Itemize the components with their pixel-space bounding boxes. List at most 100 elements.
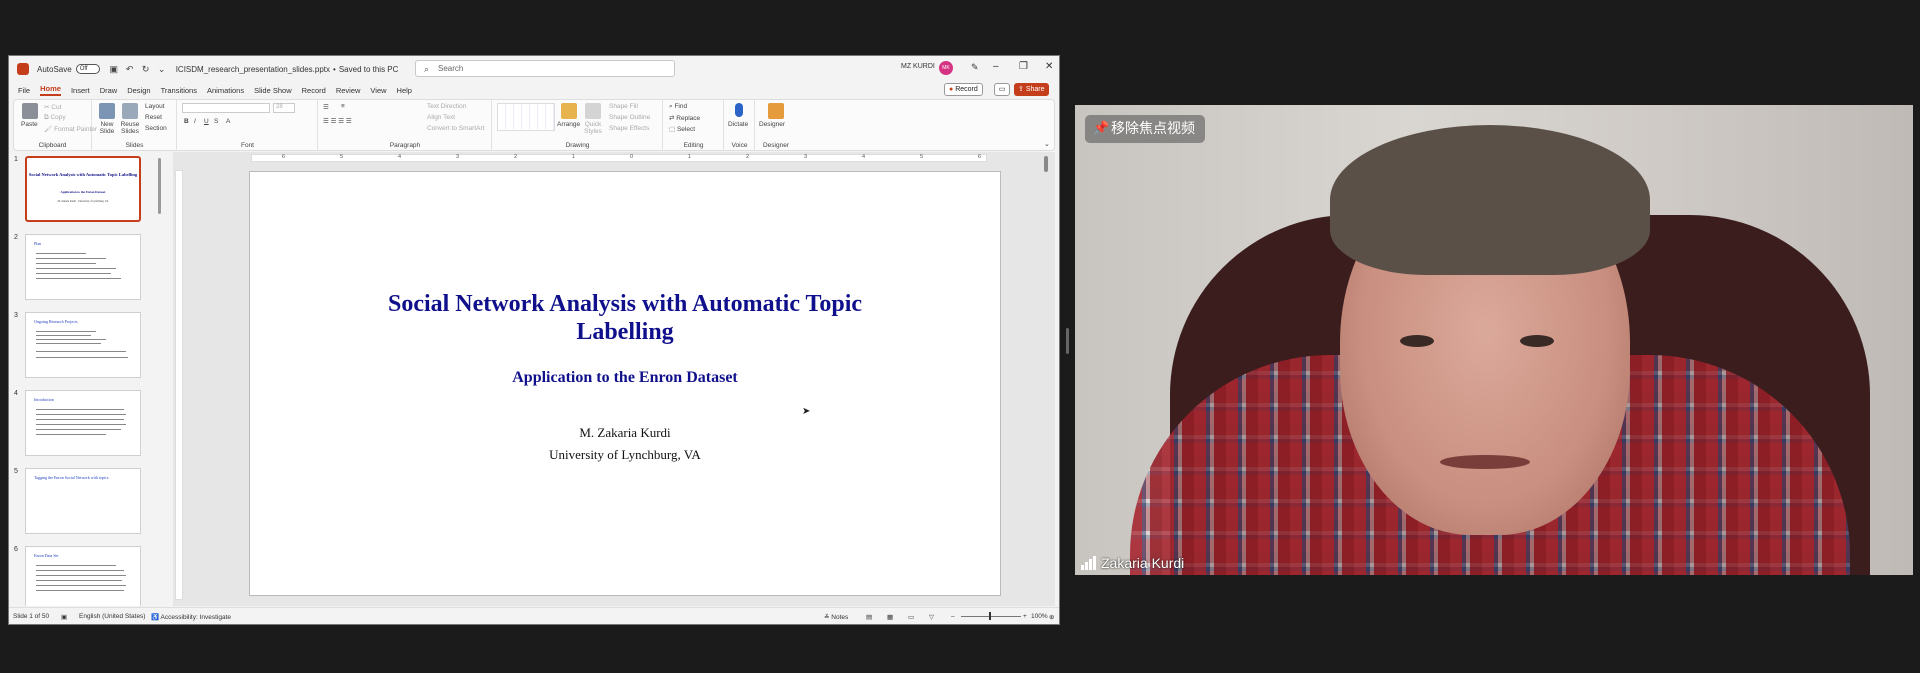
- paste-icon[interactable]: [22, 103, 38, 119]
- shapes-gallery[interactable]: [497, 103, 555, 131]
- slide-title[interactable]: Social Network Analysis with Automatic T…: [250, 290, 1000, 346]
- new-slide-icon[interactable]: [99, 103, 115, 119]
- slide-sorter-icon[interactable]: ▦: [887, 613, 893, 621]
- split-handle[interactable]: [1066, 328, 1069, 354]
- layout-button[interactable]: Layout: [145, 103, 165, 110]
- tab-slide-show[interactable]: Slide Show: [254, 86, 292, 95]
- thumbnails-scrollbar[interactable]: [157, 152, 163, 606]
- dictate-button[interactable]: Dictate: [728, 121, 748, 128]
- unpin-video-button[interactable]: 📌 移除焦点视频: [1085, 115, 1205, 143]
- spelling-icon[interactable]: ▣: [61, 613, 67, 621]
- tab-file[interactable]: File: [18, 86, 30, 95]
- maximize-icon[interactable]: ❐: [1019, 61, 1028, 72]
- normal-view-icon[interactable]: ▤: [866, 613, 872, 621]
- font-name-field[interactable]: [182, 103, 270, 113]
- slide-author[interactable]: M. Zakaria Kurdi: [250, 425, 1000, 441]
- tab-animations[interactable]: Animations: [207, 86, 244, 95]
- save-state[interactable]: Saved to this PC: [339, 65, 399, 74]
- notes-button[interactable]: ≚ Notes: [824, 613, 848, 621]
- slide-thumbnail[interactable]: Social Network Analysis with Automatic T…: [25, 156, 141, 222]
- fit-slide-icon[interactable]: ⊕: [1049, 613, 1054, 621]
- reset-button[interactable]: Reset: [145, 114, 162, 121]
- autosave-toggle[interactable]: Off: [75, 64, 100, 74]
- tab-review[interactable]: Review: [336, 86, 361, 95]
- text-direction-button[interactable]: Text Direction: [427, 103, 466, 110]
- new-slide-button[interactable]: New Slide: [96, 121, 118, 135]
- underline-button[interactable]: U: [204, 118, 209, 125]
- reading-view-icon[interactable]: ▭: [908, 613, 914, 621]
- format-painter-button[interactable]: 🖌 Format Painter: [44, 125, 97, 133]
- zoom-level[interactable]: 100%: [1031, 613, 1048, 620]
- voice-label: Voice: [731, 142, 748, 149]
- zoom-out-icon[interactable]: –: [951, 613, 955, 620]
- find-button[interactable]: ⌕ Find: [669, 103, 687, 111]
- slideshow-icon[interactable]: ▽: [929, 613, 934, 621]
- shape-fill-button[interactable]: Shape Fill: [609, 103, 638, 110]
- shape-effects-button[interactable]: Shape Effects: [609, 125, 649, 132]
- paste-button[interactable]: Paste: [21, 121, 38, 128]
- font-size-field[interactable]: 28: [273, 103, 295, 113]
- slide-subtitle[interactable]: Application to the Enron Dataset: [250, 369, 1000, 387]
- user-name[interactable]: MZ KURDI: [901, 63, 935, 70]
- section-button[interactable]: Section: [145, 125, 167, 132]
- customize-qat-icon[interactable]: ⌄: [157, 64, 167, 74]
- bullets-icon[interactable]: ☰: [323, 103, 329, 111]
- slide-thumbnail[interactable]: Introduction: [25, 390, 141, 456]
- avatar[interactable]: MK: [939, 61, 953, 75]
- zoom-slider-thumb[interactable]: [989, 612, 991, 620]
- share-button[interactable]: ⇪ Share: [1014, 83, 1049, 96]
- copy-button[interactable]: ⧉ Copy: [44, 114, 66, 122]
- pen-icon[interactable]: ✎: [971, 62, 979, 73]
- undo-icon[interactable]: ↶: [125, 64, 135, 74]
- slide-thumbnail[interactable]: Enron Data Set: [25, 546, 141, 606]
- convert-to-smartart-button[interactable]: Convert to SmartArt: [427, 125, 484, 132]
- slide-thumbnail[interactable]: Plan: [25, 234, 141, 300]
- replace-button[interactable]: ⇄ Replace: [669, 114, 700, 122]
- save-icon[interactable]: ▣: [109, 64, 119, 74]
- reuse-slides-button[interactable]: Reuse Slides: [119, 121, 141, 135]
- slide-canvas[interactable]: Social Network Analysis with Automatic T…: [249, 171, 1001, 596]
- video-tile[interactable]: 📌 移除焦点视频 Zakaria Kurdi: [1075, 105, 1913, 575]
- redo-icon[interactable]: ↻: [141, 64, 151, 74]
- search-box[interactable]: ⌕ Search: [415, 60, 675, 77]
- language-status[interactable]: English (United States): [79, 613, 145, 620]
- editor-scrollbar[interactable]: [1041, 152, 1051, 606]
- zoom-slider[interactable]: [961, 616, 1021, 617]
- tab-design[interactable]: Design: [127, 86, 150, 95]
- close-icon[interactable]: ✕: [1045, 61, 1053, 72]
- collapse-ribbon-icon[interactable]: ⌄: [1044, 140, 1050, 148]
- tab-insert[interactable]: Insert: [71, 86, 90, 95]
- quick-styles-button[interactable]: Quick Styles: [581, 121, 605, 135]
- tab-draw[interactable]: Draw: [100, 86, 118, 95]
- quick-styles-icon[interactable]: [585, 103, 601, 119]
- arrange-button[interactable]: Arrange: [557, 121, 580, 128]
- reuse-slides-icon[interactable]: [122, 103, 138, 119]
- minimize-icon[interactable]: –: [993, 61, 999, 72]
- tab-view[interactable]: View: [370, 86, 386, 95]
- arrange-icon[interactable]: [561, 103, 577, 119]
- tab-record[interactable]: Record: [302, 86, 326, 95]
- slide-thumbnail[interactable]: Ongoing Research Projects: [25, 312, 141, 378]
- accessibility-status[interactable]: ♿ Accessibility: Investigate: [151, 613, 231, 621]
- select-button[interactable]: ⬚ Select: [669, 125, 695, 133]
- slide-thumbnail[interactable]: Tagging the Enron Social Network with to…: [25, 468, 141, 534]
- tab-transitions[interactable]: Transitions: [161, 86, 197, 95]
- microphone-icon[interactable]: [735, 103, 743, 117]
- cut-button[interactable]: ✂ Cut: [44, 103, 61, 111]
- shape-outline-button[interactable]: Shape Outline: [609, 114, 650, 121]
- shadow-button[interactable]: S: [214, 118, 218, 125]
- italic-button[interactable]: I: [194, 118, 196, 125]
- align-text-button[interactable]: Align Text: [427, 114, 455, 121]
- bold-button[interactable]: B: [184, 118, 189, 125]
- slide-affiliation[interactable]: University of Lynchburg, VA: [250, 447, 1000, 463]
- designer-button[interactable]: Designer: [759, 121, 785, 128]
- record-button[interactable]: ● Record: [944, 83, 983, 96]
- designer-icon[interactable]: [768, 103, 784, 119]
- align-left-icon[interactable]: ☰ ☰ ☰ ☰: [323, 117, 352, 125]
- comments-icon[interactable]: ▭: [994, 83, 1010, 96]
- numbering-icon[interactable]: ≡: [341, 103, 345, 110]
- font-color-button[interactable]: A: [226, 118, 230, 125]
- tab-home[interactable]: Home: [40, 84, 61, 96]
- zoom-in-icon[interactable]: +: [1023, 613, 1027, 620]
- tab-help[interactable]: Help: [397, 86, 412, 95]
